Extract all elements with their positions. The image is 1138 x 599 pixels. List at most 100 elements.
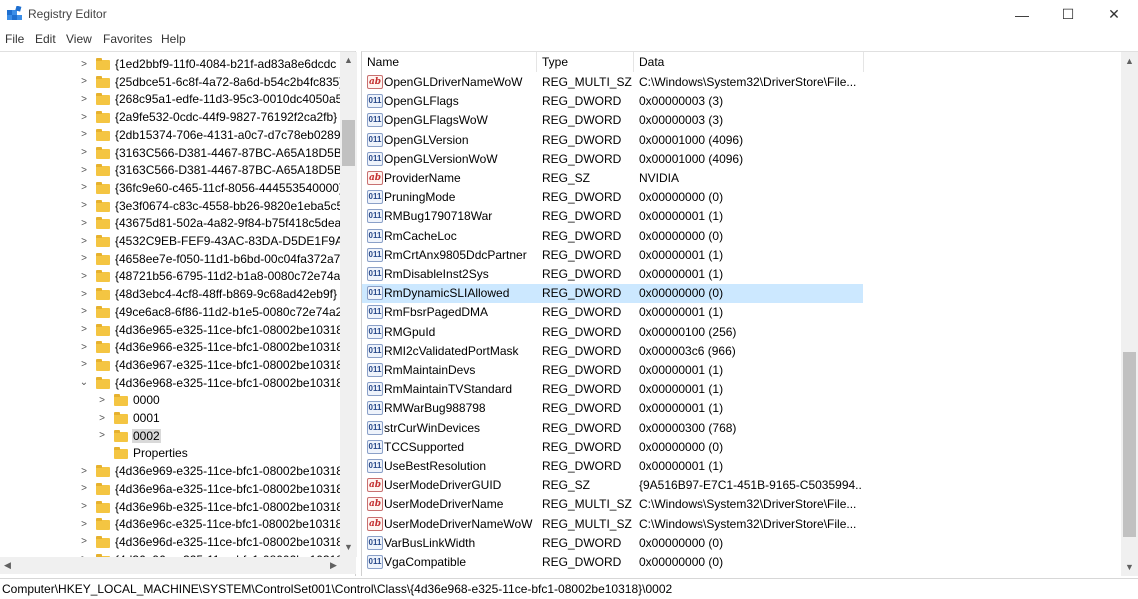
chevron-right-icon[interactable]: >	[78, 165, 90, 176]
value-row[interactable]: 011 RMBug1790718War REG_DWORD 0x00000001 (1…	[362, 207, 863, 226]
chevron-right-icon[interactable]: >	[78, 342, 90, 353]
values-scroll-down-icon[interactable]: ▼	[1125, 562, 1134, 572]
value-row[interactable]: 011 VgaCompatible REG_DWORD 0x00000000 (0)	[362, 553, 863, 572]
chevron-right-icon[interactable]: >	[78, 519, 90, 530]
tree-item[interactable]: >0000	[96, 391, 161, 409]
chevron-right-icon[interactable]: >	[96, 413, 108, 424]
chevron-right-icon[interactable]: >	[78, 253, 90, 264]
value-row[interactable]: 011 RmDynamicSLIAllowed REG_DWORD 0x0000000…	[362, 284, 863, 304]
tree-item[interactable]: > {4658ee7e-f050-11d1-b6bd-00c04fa372a7	[78, 250, 341, 268]
chevron-right-icon[interactable]: >	[78, 182, 90, 193]
chevron-right-icon[interactable]: >	[78, 324, 90, 335]
values-scroll-up-icon[interactable]: ▲	[1125, 56, 1134, 66]
tree-item[interactable]: > {48d3ebc4-4cf8-48ff-b869-9c68ad42eb9f}	[78, 285, 338, 303]
value-row[interactable]: 011 RMWarBug988798 REG_DWORD 0x00000001 (1)	[362, 399, 863, 418]
tree-item[interactable]: > {4d36e966-e325-11ce-bfc1-08002be10318	[78, 338, 344, 356]
menu-help[interactable]: Help	[161, 32, 186, 46]
tree-item[interactable]: > {4d36e965-e325-11ce-bfc1-08002be10318	[78, 321, 344, 339]
chevron-right-icon[interactable]: >	[78, 536, 90, 547]
values-scroll-thumb[interactable]	[1123, 352, 1136, 537]
scroll-down-icon[interactable]: ▼	[344, 542, 353, 552]
value-row[interactable]: 011 RMGpuId REG_DWORD 0x00000100 (256)	[362, 323, 863, 342]
tree-item[interactable]: >0001	[96, 409, 161, 427]
chevron-right-icon[interactable]: >	[78, 289, 90, 300]
maximize-button[interactable]: ☐	[1045, 0, 1091, 29]
value-row[interactable]: 011 RmCacheLoc REG_DWORD 0x00000000 (0)	[362, 227, 863, 246]
values-vertical-scrollbar[interactable]: ▲ ▼	[1121, 52, 1138, 576]
chevron-right-icon[interactable]: >	[96, 430, 108, 441]
tree-item[interactable]: > {3e3f0674-c83c-4558-bb26-9820e1eba5c5	[78, 197, 344, 215]
chevron-right-icon[interactable]: >	[78, 94, 90, 105]
value-row[interactable]: ab UserModeDriverNameWoW REG_MULTI_SZ C:\Wi…	[362, 515, 863, 534]
value-row[interactable]: 011 OpenGLVersionWoW REG_DWORD 0x00001000 (…	[362, 150, 863, 169]
chevron-right-icon[interactable]: >	[78, 218, 90, 229]
menu-file[interactable]: File	[5, 32, 24, 46]
chevron-right-icon[interactable]: >	[96, 395, 108, 406]
chevron-right-icon[interactable]: >	[78, 501, 90, 512]
tree-item[interactable]: > {48721b56-6795-11d2-b1a8-0080c72e74a2	[78, 267, 348, 285]
tree-item[interactable]: > {1ed2bbf9-11f0-4084-b21f-ad83a8e6dcdc	[78, 55, 337, 73]
chevron-right-icon[interactable]: >	[78, 129, 90, 140]
tree-item[interactable]: > {4d36e96d-e325-11ce-bfc1-08002be10318	[78, 533, 344, 551]
scroll-right-icon[interactable]: ▶	[330, 560, 337, 571]
tree-item[interactable]: > {268c95a1-edfe-11d3-95c3-0010dc4050a5	[78, 90, 343, 108]
tree-item[interactable]: > {36fc9e60-c465-11cf-8056-444553540000}	[78, 179, 344, 197]
value-row[interactable]: 011 RmFbsrPagedDMA REG_DWORD 0x00000001 (1)	[362, 303, 863, 322]
column-header-data[interactable]: Data	[634, 52, 864, 72]
tree-item[interactable]: > {49ce6ac8-6f86-11d2-b1e5-0080c72e74a2}	[78, 303, 347, 321]
scroll-left-icon[interactable]: ◀	[4, 560, 11, 571]
value-row[interactable]: 011 PruningMode REG_DWORD 0x00000000 (0)	[362, 188, 863, 207]
chevron-right-icon[interactable]: >	[78, 76, 90, 87]
tree-item[interactable]: > {2a9fe532-0cdc-44f9-9827-76192f2ca2fb}	[78, 108, 338, 126]
value-row[interactable]: ab ProviderName REG_SZ NVIDIA	[362, 169, 863, 188]
chevron-right-icon[interactable]: >	[78, 359, 90, 370]
chevron-right-icon[interactable]: >	[78, 271, 90, 282]
value-row[interactable]: 011 OpenGLFlags REG_DWORD 0x00000003 (3)	[362, 92, 863, 111]
tree-item[interactable]: > {4d36e96b-e325-11ce-bfc1-08002be10318	[78, 498, 344, 516]
value-row[interactable]: ab UserModeDriverGUID REG_SZ {9A516B97-E7C1…	[362, 476, 863, 495]
value-row[interactable]: 011 TCCSupported REG_DWORD 0x00000000 (0)	[362, 438, 863, 457]
value-row[interactable]: 011 RMI2cValidatedPortMask REG_DWORD 0x0000…	[362, 342, 863, 361]
chevron-right-icon[interactable]: >	[78, 483, 90, 494]
menu-view[interactable]: View	[66, 32, 92, 46]
column-header-type[interactable]: Type	[537, 52, 634, 72]
tree-item[interactable]: > {4d36e969-e325-11ce-bfc1-08002be10318	[78, 462, 344, 480]
value-row[interactable]: ab UserModeDriverName REG_MULTI_SZ C:\Windo…	[362, 495, 863, 514]
value-row[interactable]: 011 RmMaintainDevs REG_DWORD 0x00000001 (1)	[362, 361, 863, 380]
menu-favorites[interactable]: Favorites	[103, 32, 152, 46]
value-row[interactable]: 011 OpenGLVersion REG_DWORD 0x00001000 (409…	[362, 131, 863, 150]
value-row[interactable]: 011 VarBusLinkWidth REG_DWORD 0x00000000 (0…	[362, 534, 863, 553]
value-row[interactable]: 011 RmCrtAnx9805DdcPartner REG_DWORD 0x0000…	[362, 246, 863, 265]
tree-vertical-scrollbar[interactable]: ▲ ▼	[340, 52, 357, 557]
chevron-down-icon[interactable]: ⌄	[78, 377, 90, 388]
tree-item[interactable]: > {4532C9EB-FEF9-43AC-83DA-D5DE1F9A2B	[78, 232, 355, 250]
registry-values-list[interactable]: Name Type Data ab OpenGLDriverNameWoW REG_…	[361, 51, 1138, 576]
value-row[interactable]: ab OpenGLDriverNameWoW REG_MULTI_SZ C:\Wind…	[362, 73, 863, 92]
tree-item[interactable]: Properties	[96, 444, 189, 462]
registry-key-tree[interactable]: > {1ed2bbf9-11f0-4084-b21f-ad83a8e6dcdc > {…	[0, 51, 356, 576]
tree-item[interactable]: > {4d36e96c-e325-11ce-bfc1-08002be10318	[78, 515, 343, 533]
scroll-up-icon[interactable]: ▲	[344, 55, 353, 65]
chevron-right-icon[interactable]: >	[78, 200, 90, 211]
tree-item[interactable]: > {43675d81-502a-4a82-9f84-b75f418c5dea}	[78, 214, 346, 232]
value-row[interactable]: 011 strCurWinDevices REG_DWORD 0x00000300 (…	[362, 419, 863, 438]
tree-scroll-thumb[interactable]	[342, 120, 355, 166]
close-button[interactable]: ✕	[1091, 0, 1137, 29]
chevron-right-icon[interactable]: >	[78, 112, 90, 123]
tree-item[interactable]: > {3163C566-D381-4467-87BC-A65A18D5B6	[78, 144, 350, 162]
tree-item[interactable]: > {4d36e967-e325-11ce-bfc1-08002be10318	[78, 356, 344, 374]
value-row[interactable]: 011 UseBestResolution REG_DWORD 0x00000001 …	[362, 457, 863, 476]
tree-item[interactable]: ⌄ {4d36e968-e325-11ce-bfc1-08002be10318	[78, 374, 344, 392]
chevron-right-icon[interactable]: >	[78, 466, 90, 477]
chevron-right-icon[interactable]: >	[78, 236, 90, 247]
minimize-button[interactable]: —	[999, 0, 1045, 29]
chevron-right-icon[interactable]: >	[78, 306, 90, 317]
chevron-right-icon[interactable]: >	[78, 147, 90, 158]
menu-edit[interactable]: Edit	[35, 32, 56, 46]
tree-item[interactable]: > {2db15374-706e-4131-a0c7-d7c78eb0289a	[78, 126, 348, 144]
tree-horizontal-scrollbar[interactable]: ◀ ▶	[0, 557, 356, 574]
chevron-right-icon[interactable]: >	[78, 59, 90, 70]
value-row[interactable]: 011 RmMaintainTVStandard REG_DWORD 0x000000…	[362, 380, 863, 399]
tree-item[interactable]: > {25dbce51-6c8f-4a72-8a6d-b54c2b4fc835}	[78, 73, 344, 91]
value-row[interactable]: 011 RmDisableInst2Sys REG_DWORD 0x00000001 …	[362, 265, 863, 284]
